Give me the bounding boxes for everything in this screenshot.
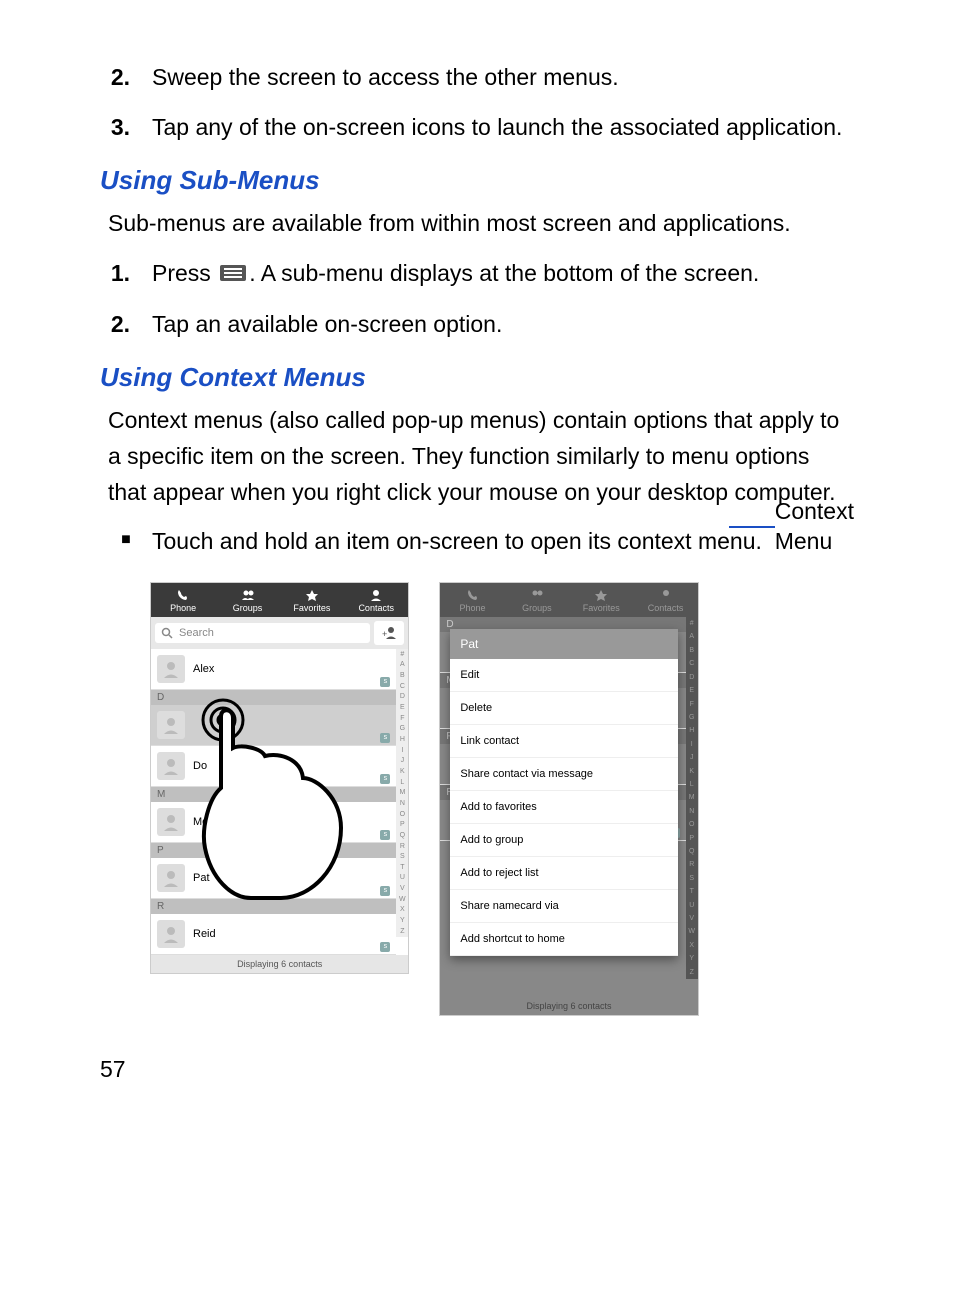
sync-badge-icon: s [380, 733, 390, 743]
heading-using-sub-menus: Using Sub-Menus [100, 165, 854, 196]
sync-badge-icon: s [380, 677, 390, 687]
list-item[interactable]: Reid s [151, 914, 396, 955]
section-header-r: R [151, 899, 396, 914]
step-number: 2. [100, 60, 152, 96]
section-header-p: P [151, 843, 396, 858]
menu-icon [219, 257, 247, 293]
phone-contacts-list: Phone Groups Favorites Contacts Search +… [150, 582, 409, 974]
tab-phone: Phone [440, 583, 504, 617]
context-menu-item-add-shortcut[interactable]: Add shortcut to home [450, 923, 677, 956]
contact-name: Mom [193, 816, 217, 828]
tab-bar: Phone Groups Favorites Contacts [440, 583, 697, 617]
text-pre: Press [152, 260, 217, 286]
tab-phone[interactable]: Phone [151, 583, 215, 617]
avatar [157, 752, 185, 780]
tab-groups[interactable]: Groups [215, 583, 279, 617]
section-header-m: M [151, 787, 396, 802]
sync-badge-icon: s [380, 886, 390, 896]
list-item[interactable]: Do s [151, 746, 396, 787]
svg-text:+: + [382, 629, 387, 639]
bullet-context-menu: ■ Touch and hold an item on-screen to op… [100, 524, 854, 560]
phone-context-menu: Phone Groups Favorites Contacts D M P R … [439, 582, 698, 1016]
search-input[interactable]: Search [155, 623, 370, 643]
text-post: . A sub-menu displays at the bottom of t… [249, 260, 759, 286]
context-menu-popup: Pat Edit Delete Link contact Share conta… [450, 629, 677, 956]
list-footer: Displaying 6 contacts [151, 955, 408, 973]
page-number: 57 [100, 1056, 854, 1083]
paragraph-sub-menus: Sub-menus are available from within most… [108, 206, 854, 242]
context-menu-item-link-contact[interactable]: Link contact [450, 725, 677, 758]
contact-name: Pat [193, 872, 210, 884]
alpha-index: #ABCDEFGHIJKLMNOPQRSTUVWXYZ [686, 617, 698, 979]
tab-contacts[interactable]: Contacts [344, 583, 408, 617]
contact-name: Alex [193, 663, 214, 675]
tab-contacts: Contacts [633, 583, 697, 617]
heading-using-context-menus: Using Context Menus [100, 362, 854, 393]
step-text: Tap any of the on-screen icons to launch… [152, 110, 854, 146]
step-3: 3. Tap any of the on-screen icons to lau… [100, 110, 854, 146]
avatar [157, 864, 185, 892]
step-number: 2. [100, 307, 152, 343]
search-icon [161, 627, 173, 639]
list-item[interactable]: Alex s [151, 649, 396, 690]
list-footer: Displaying 6 contacts [440, 997, 697, 1015]
step-number: 3. [100, 110, 152, 146]
search-row: Search + [151, 617, 408, 649]
contact-name: Do [193, 760, 207, 772]
tab-favorites: Favorites [569, 583, 633, 617]
sync-badge-icon: s [380, 830, 390, 840]
tab-groups: Groups [505, 583, 569, 617]
avatar [157, 920, 185, 948]
add-contact-button[interactable]: + [374, 621, 404, 645]
step-text: Sweep the screen to access the other men… [152, 60, 854, 96]
list-item[interactable]: Mom s [151, 802, 396, 843]
search-placeholder: Search [179, 627, 214, 639]
square-bullet-icon: ■ [100, 524, 152, 560]
avatar [157, 711, 185, 739]
alpha-index[interactable]: #ABCDEFGHIJKLMNOPQRSTUVWXYZ [396, 649, 408, 937]
submenu-step-2: 2. Tap an available on-screen option. [100, 307, 854, 343]
tab-favorites[interactable]: Favorites [280, 583, 344, 617]
context-menu-title: Pat [450, 629, 677, 659]
context-menu-item-add-group[interactable]: Add to group [450, 824, 677, 857]
tab-bar: Phone Groups Favorites Contacts [151, 583, 408, 617]
callout-label: ContextMenu [775, 497, 854, 557]
sync-badge-icon: s [380, 774, 390, 784]
step-number: 1. [100, 256, 152, 293]
avatar [157, 808, 185, 836]
paragraph-context-menus: Context menus (also called pop-up menus)… [108, 403, 854, 510]
context-menu-item-add-favorites[interactable]: Add to favorites [450, 791, 677, 824]
avatar [157, 655, 185, 683]
add-person-icon: + [380, 626, 398, 640]
contact-name: Reid [193, 928, 216, 940]
step-2: 2. Sweep the screen to access the other … [100, 60, 854, 96]
contacts-list[interactable]: Alex s D s Do s M Mom s P Pat s R Reid s #ABC… [151, 649, 408, 955]
context-menu-item-share-message[interactable]: Share contact via message [450, 758, 677, 791]
context-menu-item-share-namecard[interactable]: Share namecard via [450, 890, 677, 923]
sync-badge-icon: s [380, 942, 390, 952]
section-header-d: D [151, 690, 396, 705]
context-menu-item-edit[interactable]: Edit [450, 659, 677, 692]
list-item[interactable]: s [151, 705, 396, 746]
submenu-step-1: 1. Press . A sub-menu displays at the bo… [100, 256, 854, 293]
context-menu-item-delete[interactable]: Delete [450, 692, 677, 725]
list-item[interactable]: Pat s [151, 858, 396, 899]
bullet-text: Touch and hold an item on-screen to open… [152, 524, 762, 560]
figure-context-menus: Phone Groups Favorites Contacts Search +… [150, 582, 854, 1016]
step-text: Tap an available on-screen option. [152, 307, 854, 343]
context-menu-item-reject-list[interactable]: Add to reject list [450, 857, 677, 890]
step-text: Press . A sub-menu displays at the botto… [152, 256, 854, 293]
callout-line [729, 526, 775, 528]
